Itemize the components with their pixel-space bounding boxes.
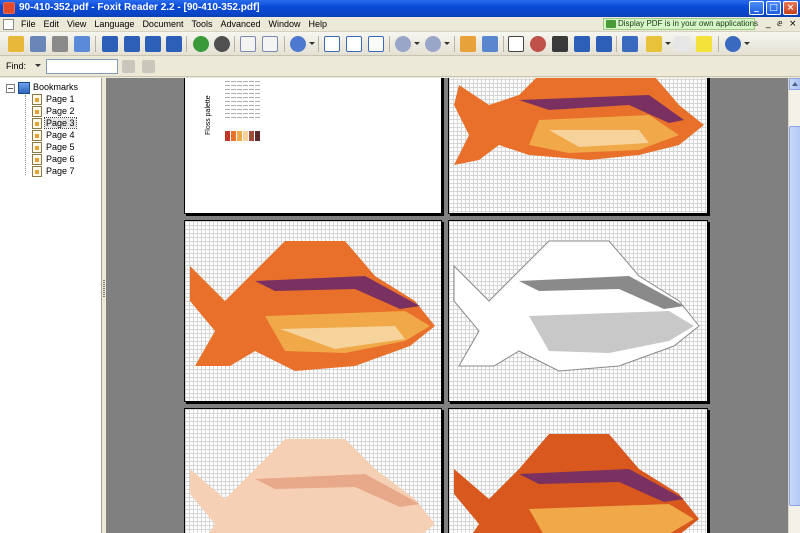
pdf-page bbox=[448, 408, 708, 533]
continuous-icon[interactable] bbox=[368, 36, 384, 52]
find-previous-icon[interactable] bbox=[122, 60, 135, 73]
scroll-thumb[interactable] bbox=[789, 126, 800, 506]
title-bar: 90-410-352.pdf - Foxit Reader 2.2 - [90-… bbox=[0, 0, 800, 17]
highlighter-icon[interactable] bbox=[646, 36, 662, 52]
page-icon bbox=[32, 118, 42, 129]
bookmarks-panel: − Bookmarks Page 1 Page 2 Page 3 Page 4 … bbox=[0, 78, 102, 533]
hand-tool-icon[interactable] bbox=[508, 36, 524, 52]
page-icon bbox=[32, 166, 42, 177]
find-input[interactable] bbox=[46, 59, 118, 74]
promo-icon bbox=[606, 20, 616, 28]
palette-legend bbox=[225, 81, 260, 121]
fit-page-icon[interactable] bbox=[262, 36, 278, 52]
last-page-icon[interactable] bbox=[166, 36, 182, 52]
fish-pattern bbox=[454, 78, 704, 165]
note-icon[interactable] bbox=[696, 36, 712, 52]
open-icon[interactable] bbox=[8, 36, 24, 52]
doc-restore-button[interactable]: ⅇ bbox=[777, 19, 783, 29]
zoom-dropdown-icon[interactable] bbox=[309, 42, 315, 45]
zoom-icon[interactable] bbox=[290, 36, 306, 52]
bookmark-icon bbox=[18, 82, 30, 94]
fish-pattern bbox=[453, 240, 700, 372]
pdf-page bbox=[448, 78, 708, 214]
collapse-icon[interactable]: − bbox=[6, 84, 15, 93]
page-icon bbox=[32, 142, 42, 153]
page-icon bbox=[32, 154, 42, 165]
toolbar bbox=[0, 32, 800, 56]
minimize-button[interactable]: _ bbox=[749, 1, 764, 15]
snapshot-icon[interactable] bbox=[596, 36, 612, 52]
find-icon[interactable] bbox=[552, 36, 568, 52]
vertical-scrollbar[interactable] bbox=[788, 78, 800, 533]
info-icon[interactable] bbox=[725, 36, 741, 52]
menu-language[interactable]: Language bbox=[90, 19, 138, 29]
pdf-page bbox=[184, 220, 442, 402]
go-back-icon[interactable] bbox=[193, 36, 209, 52]
find-options-icon[interactable] bbox=[35, 64, 41, 67]
rotate-icon[interactable] bbox=[482, 36, 498, 52]
zoom-out-icon[interactable] bbox=[395, 36, 411, 52]
next-page-icon[interactable] bbox=[145, 36, 161, 52]
fit-width-icon[interactable] bbox=[324, 36, 340, 52]
doc-close-button[interactable]: × bbox=[789, 19, 797, 29]
menu-view[interactable]: View bbox=[63, 19, 90, 29]
pdf-page: Floss palette bbox=[184, 78, 442, 214]
find-next-icon[interactable] bbox=[142, 60, 155, 73]
bookmarks-label: Bookmarks bbox=[33, 82, 79, 92]
first-page-icon[interactable] bbox=[102, 36, 118, 52]
promo-text: Display PDF is in your own applications bbox=[618, 19, 759, 28]
window-title: 90-410-352.pdf - Foxit Reader 2.2 - [90-… bbox=[19, 2, 260, 13]
find-label: Find: bbox=[6, 61, 27, 71]
page-layout-icon[interactable] bbox=[460, 36, 476, 52]
previous-page-icon[interactable] bbox=[124, 36, 140, 52]
menu-document[interactable]: Document bbox=[138, 19, 187, 29]
pencil-icon[interactable] bbox=[622, 36, 638, 52]
pdf-page bbox=[184, 408, 442, 533]
menu-window[interactable]: Window bbox=[265, 19, 305, 29]
pdf-page bbox=[448, 220, 708, 402]
page-icon bbox=[32, 94, 42, 105]
menu-edit[interactable]: Edit bbox=[40, 19, 64, 29]
email-icon[interactable] bbox=[74, 36, 90, 52]
loupe-icon[interactable] bbox=[530, 36, 546, 52]
actual-size-icon[interactable] bbox=[240, 36, 256, 52]
promo-link[interactable]: Display PDF is in your own applications bbox=[603, 18, 759, 30]
save-icon[interactable] bbox=[30, 36, 46, 52]
page-icon bbox=[32, 130, 42, 141]
app-icon bbox=[3, 2, 15, 14]
menu-advanced[interactable]: Advanced bbox=[216, 19, 264, 29]
menu-file[interactable]: File bbox=[17, 19, 40, 29]
maximize-button[interactable]: □ bbox=[766, 1, 781, 15]
document-icon bbox=[3, 19, 14, 30]
find-bar: Find: bbox=[0, 56, 800, 77]
fish-pattern bbox=[190, 241, 435, 371]
palette-swatches bbox=[225, 131, 260, 141]
menu-help[interactable]: Help bbox=[305, 19, 332, 29]
splitter-grip[interactable] bbox=[103, 280, 105, 298]
typewriter-icon[interactable] bbox=[674, 36, 690, 52]
scroll-up-icon[interactable] bbox=[789, 78, 800, 90]
fish-pattern bbox=[454, 434, 699, 533]
single-page-icon[interactable] bbox=[346, 36, 362, 52]
palette-title: Floss palette bbox=[205, 95, 212, 135]
close-button[interactable]: × bbox=[783, 1, 798, 15]
fish-pattern bbox=[190, 439, 435, 533]
print-icon[interactable] bbox=[52, 36, 68, 52]
page-icon bbox=[32, 106, 42, 117]
zoom-in-icon[interactable] bbox=[425, 36, 441, 52]
go-forward-icon[interactable] bbox=[214, 36, 230, 52]
document-view[interactable]: Floss palette bbox=[106, 78, 788, 533]
doc-minimize-button[interactable]: _ bbox=[766, 19, 771, 29]
menu-tools[interactable]: Tools bbox=[187, 19, 216, 29]
select-text-icon[interactable] bbox=[574, 36, 590, 52]
